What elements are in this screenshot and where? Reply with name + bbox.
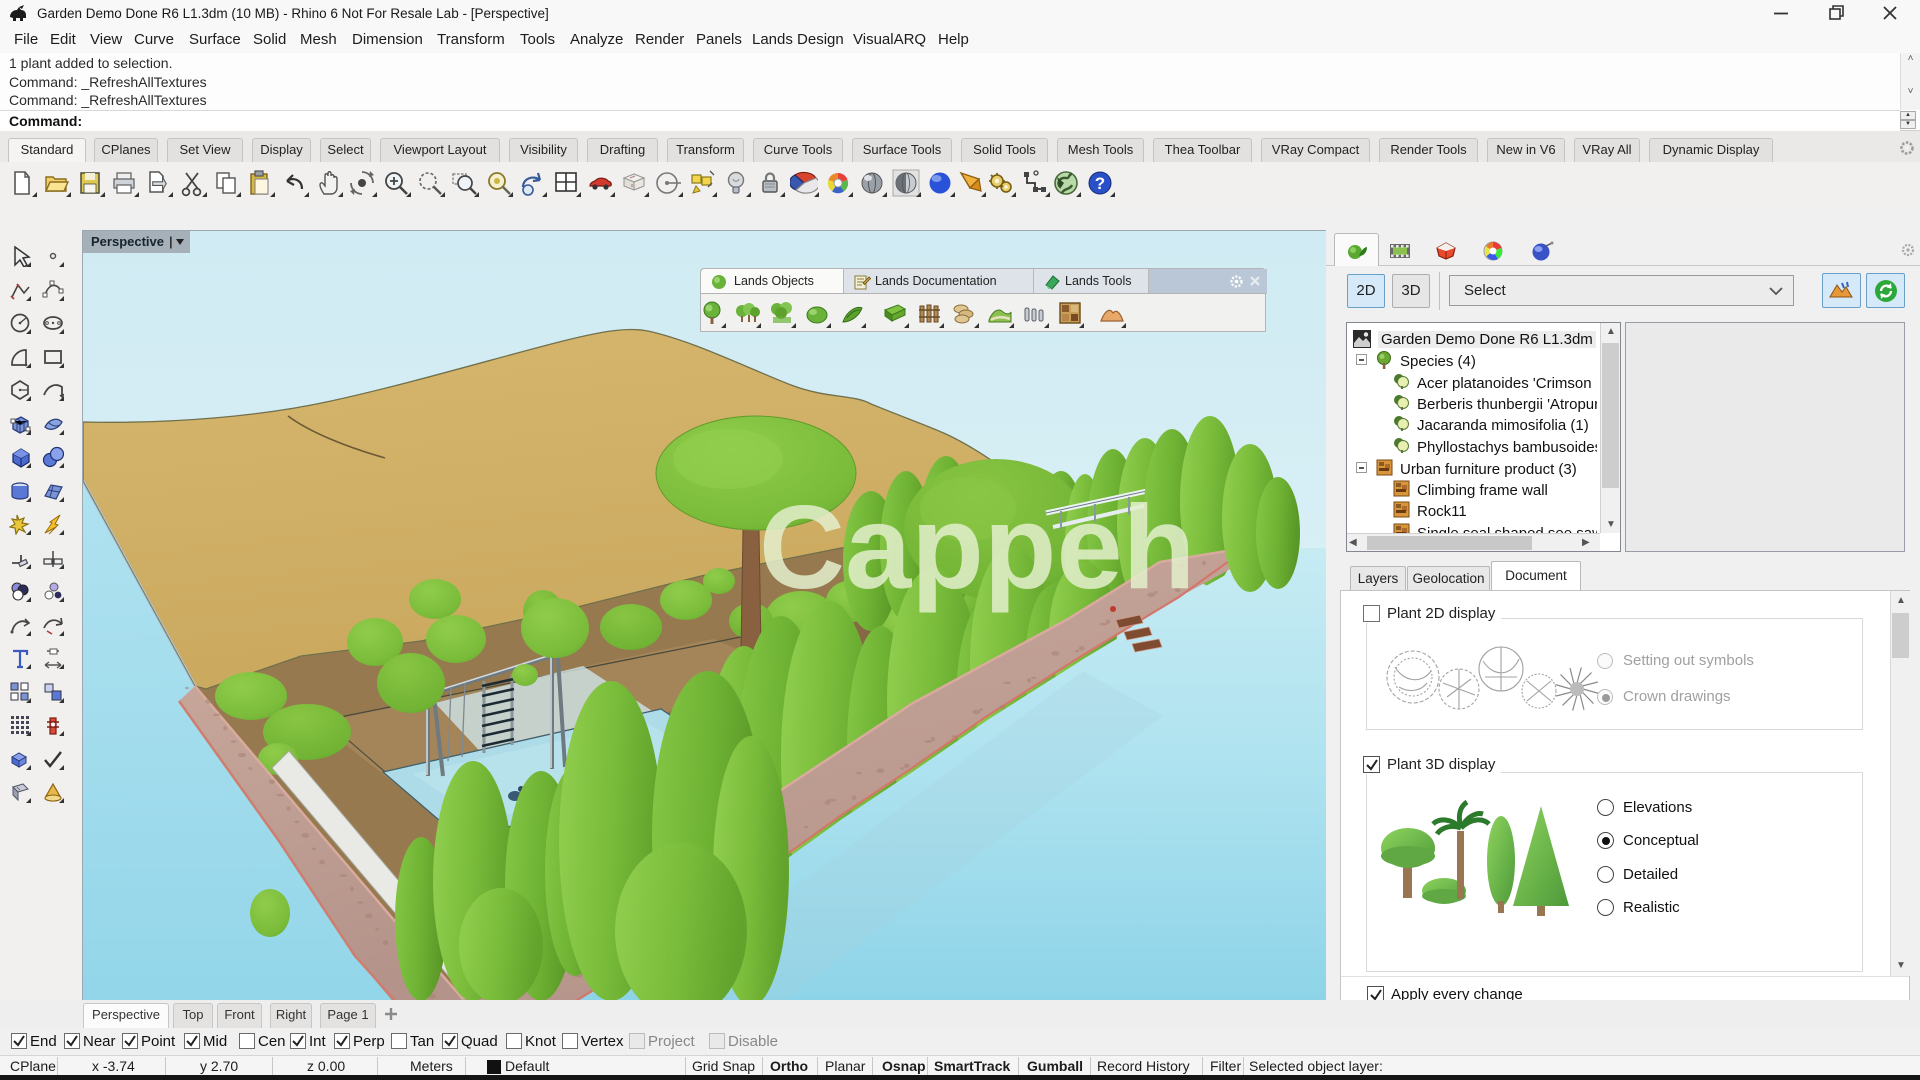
svg-text:?: ? — [1095, 174, 1105, 193]
